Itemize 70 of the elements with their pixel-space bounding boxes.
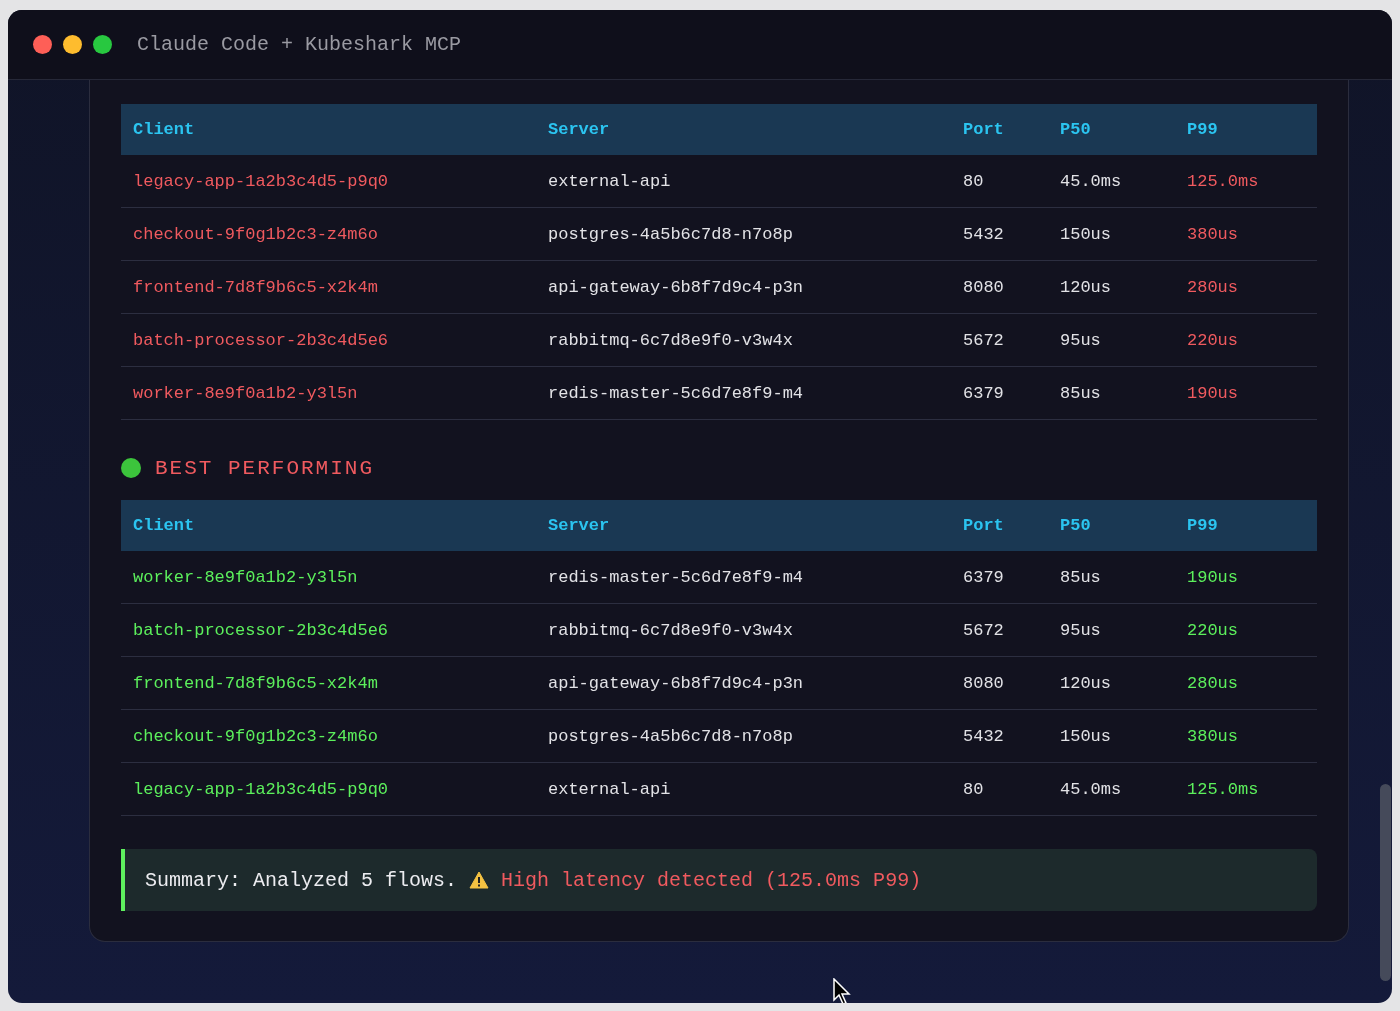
table-cell: 8080	[951, 656, 1048, 710]
table-cell: checkout-9f0g1b2c3-z4m6o	[121, 709, 536, 763]
column-header: P99	[1175, 500, 1317, 551]
maximize-button[interactable]	[93, 35, 112, 54]
table-cell: frontend-7d8f9b6c5-x2k4m	[121, 656, 536, 710]
table-cell: rabbitmq-6c7d8e9f0-v3w4x	[536, 603, 951, 657]
table-cell: 120us	[1048, 260, 1175, 314]
table-cell: 80	[951, 762, 1048, 816]
table-cell: worker-8e9f0a1b2-y3l5n	[121, 551, 536, 604]
table-cell: 5672	[951, 313, 1048, 367]
table-cell: 280us	[1175, 260, 1317, 314]
column-header: P50	[1048, 500, 1175, 551]
alert-text: High latency detected (125.0ms P99)	[501, 868, 922, 892]
table-cell: redis-master-5c6d7e8f9-m4	[536, 366, 951, 420]
table-cell: 125.0ms	[1175, 762, 1317, 816]
minimize-button[interactable]	[63, 35, 82, 54]
table-cell: rabbitmq-6c7d8e9f0-v3w4x	[536, 313, 951, 367]
table-cell: 280us	[1175, 656, 1317, 710]
scrollbar-thumb[interactable]	[1380, 784, 1391, 981]
table-cell: 5672	[951, 603, 1048, 657]
section-heading: BEST PERFORMING	[155, 456, 375, 480]
table-cell: 220us	[1175, 313, 1317, 367]
summary-text: Summary: Analyzed 5 flows.	[145, 868, 458, 892]
column-header: Server	[536, 500, 951, 551]
table-cell: 125.0ms	[1175, 155, 1317, 208]
table-cell: worker-8e9f0a1b2-y3l5n	[121, 366, 536, 420]
window-title: Claude Code + Kubeshark MCP	[137, 33, 462, 56]
table-cell: batch-processor-2b3c4d5e6	[121, 603, 536, 657]
table-cell: 6379	[951, 366, 1048, 420]
table-cell: postgres-4a5b6c7d8-n7o8p	[536, 207, 951, 261]
table-cell: 45.0ms	[1048, 762, 1175, 816]
table-cell: legacy-app-1a2b3c4d5-p9q0	[121, 762, 536, 816]
column-header: Port	[951, 500, 1048, 551]
close-button[interactable]	[33, 35, 52, 54]
cursor-icon	[833, 978, 851, 1003]
column-header: P99	[1175, 104, 1317, 155]
table-cell: checkout-9f0g1b2c3-z4m6o	[121, 207, 536, 261]
table-cell: redis-master-5c6d7e8f9-m4	[536, 551, 951, 604]
table-cell: 150us	[1048, 207, 1175, 261]
table-cell: 8080	[951, 260, 1048, 314]
table-cell: 150us	[1048, 709, 1175, 763]
table-cell: 190us	[1175, 551, 1317, 604]
table-cell: 85us	[1048, 551, 1175, 604]
table-cell: 380us	[1175, 207, 1317, 261]
table-cell: 95us	[1048, 313, 1175, 367]
column-header: Server	[536, 104, 951, 155]
table-cell: 45.0ms	[1048, 155, 1175, 208]
column-header: P50	[1048, 104, 1175, 155]
table-cell: 6379	[951, 551, 1048, 604]
column-header: Client	[121, 500, 536, 551]
table-cell: postgres-4a5b6c7d8-n7o8p	[536, 709, 951, 763]
table-cell: 5432	[951, 709, 1048, 763]
column-header: Port	[951, 104, 1048, 155]
table-cell: 220us	[1175, 603, 1317, 657]
table-cell: api-gateway-6b8f7d9c4-p3n	[536, 656, 951, 710]
table-cell: 95us	[1048, 603, 1175, 657]
table-cell: 85us	[1048, 366, 1175, 420]
table-cell: 190us	[1175, 366, 1317, 420]
table-cell: 80	[951, 155, 1048, 208]
table-cell: frontend-7d8f9b6c5-x2k4m	[121, 260, 536, 314]
table-cell: 5432	[951, 207, 1048, 261]
table-cell: external-api	[536, 155, 951, 208]
table-cell: 380us	[1175, 709, 1317, 763]
table-cell: legacy-app-1a2b3c4d5-p9q0	[121, 155, 536, 208]
table-cell: batch-processor-2b3c4d5e6	[121, 313, 536, 367]
table-cell: api-gateway-6b8f7d9c4-p3n	[536, 260, 951, 314]
column-header: Client	[121, 104, 536, 155]
table-cell: 120us	[1048, 656, 1175, 710]
table-cell: external-api	[536, 762, 951, 816]
warning-icon	[469, 871, 490, 889]
